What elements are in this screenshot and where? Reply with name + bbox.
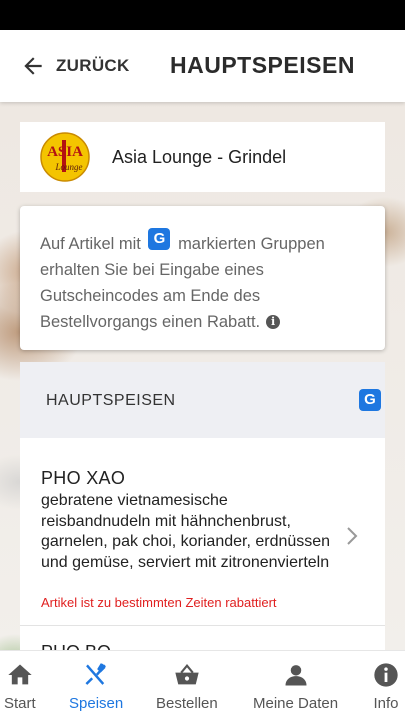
page-title: HAUPTSPEISEN xyxy=(170,52,355,78)
app-bar: ZURÜCK HAUPTSPEISEN xyxy=(0,30,405,102)
category-group-badge: G xyxy=(359,389,381,411)
item-title: PHO XAO xyxy=(41,468,126,488)
back-button[interactable]: ZURÜCK xyxy=(20,50,130,82)
restaurant-name: Asia Lounge - Grindel xyxy=(112,146,287,167)
nav-label: Info xyxy=(373,695,399,712)
info-icon xyxy=(374,663,398,687)
item-discount-note: Artikel ist zu bestimmten Zeiten rabatti… xyxy=(41,595,277,610)
nav-item-speisen[interactable]: Speisen xyxy=(69,661,123,712)
category-header: HAUPTSPEISEN G xyxy=(20,362,385,438)
nav-label: Start xyxy=(4,695,36,712)
restaurant-logo: ASIA Lounge xyxy=(40,132,90,182)
group-badge: G xyxy=(148,228,171,250)
nav-item-meine-daten[interactable]: Meine Daten xyxy=(253,661,338,712)
item-description: gebratene vietnamesische reisbandnudeln … xyxy=(41,492,331,571)
nav-label: Speisen xyxy=(69,695,124,712)
svg-text:Lounge: Lounge xyxy=(55,162,83,172)
person-icon xyxy=(285,665,307,686)
nav-item-start[interactable]: Start xyxy=(4,661,36,712)
discount-info-text: Auf Artikel mit G markierten Gruppen erh… xyxy=(40,228,365,335)
nav-label: Bestellen xyxy=(156,695,218,712)
status-bar xyxy=(0,0,405,30)
arrow-left-icon xyxy=(24,57,42,75)
bottom-navigation: Start Speisen Bestellen Meine Daten Info xyxy=(0,650,405,720)
back-label: ZURÜCK xyxy=(56,56,130,75)
nav-label: Meine Daten xyxy=(253,695,339,712)
category-title: HAUPTSPEISEN xyxy=(46,392,176,409)
nav-item-info[interactable]: Info xyxy=(372,661,400,712)
restaurant-card: ASIA Lounge Asia Lounge - Grindel xyxy=(20,122,385,192)
chevron-right-icon[interactable] xyxy=(345,526,359,546)
cutlery-icon xyxy=(85,663,107,685)
discount-info-card: Auf Artikel mit G markierten Gruppen erh… xyxy=(20,206,385,350)
nav-item-bestellen[interactable]: Bestellen xyxy=(156,661,218,712)
home-icon xyxy=(8,664,32,685)
info-icon[interactable]: i xyxy=(266,315,281,329)
menu-item[interactable]: PHO XAO gebratene vietnamesische reisban… xyxy=(20,438,385,626)
info-text-part1: Auf Artikel mit xyxy=(40,235,141,253)
basket-icon xyxy=(175,664,199,685)
